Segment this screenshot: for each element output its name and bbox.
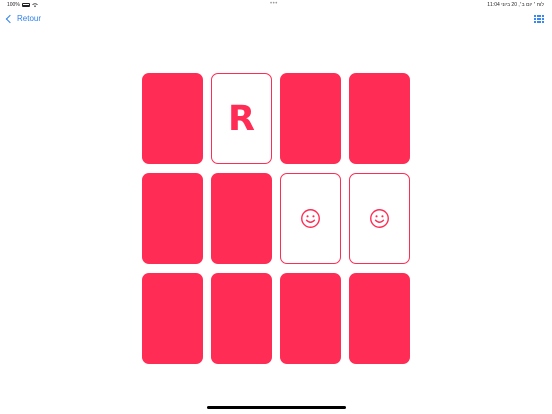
card-face-up[interactable] [349,173,410,264]
card-face-down[interactable] [349,73,410,164]
grid-icon [539,15,542,17]
grid-icon [539,18,542,20]
grid-menu-button[interactable] [534,15,545,24]
status-left: 100% [7,2,38,8]
battery-icon [21,3,30,7]
card-face-down[interactable] [211,173,272,264]
card-face-down[interactable] [142,173,203,264]
card-face-down[interactable] [280,273,341,364]
grid-icon [534,21,536,23]
card-face-down[interactable] [211,273,272,364]
chevron-left-icon [5,14,15,23]
card-face-down[interactable] [142,73,203,164]
grid-icon [536,15,539,17]
card-face-down[interactable] [142,273,203,364]
grid-icon [534,15,536,17]
card-face-up[interactable]: R [211,73,272,164]
back-button[interactable]: Retour [5,14,41,23]
grid-icon [536,18,539,20]
smiley-icon [301,209,320,228]
status-bar: 100% ••• 11:04 לוח ׳ יום ב׳, 20 ביוני [0,0,552,10]
multitasking-dots[interactable]: ••• [270,1,278,7]
grid-icon [542,21,545,23]
status-clock: 11:04 לוח ׳ יום ב׳, 20 ביוני [487,2,544,8]
grid-icon [539,21,542,23]
smiley-icon [370,209,389,228]
grid-icon [542,15,545,17]
card-face-up[interactable] [280,173,341,264]
grid-icon [534,18,536,20]
wifi-icon [32,2,38,7]
home-indicator[interactable] [207,406,346,409]
grid-icon [536,21,539,23]
back-label: Retour [17,14,42,23]
grid-icon [542,18,545,20]
memory-game-board: R [142,73,410,364]
battery-percent: 100% [7,2,20,8]
card-face-down[interactable] [280,73,341,164]
card-face-down[interactable] [349,273,410,364]
card-letter: R [228,98,255,139]
